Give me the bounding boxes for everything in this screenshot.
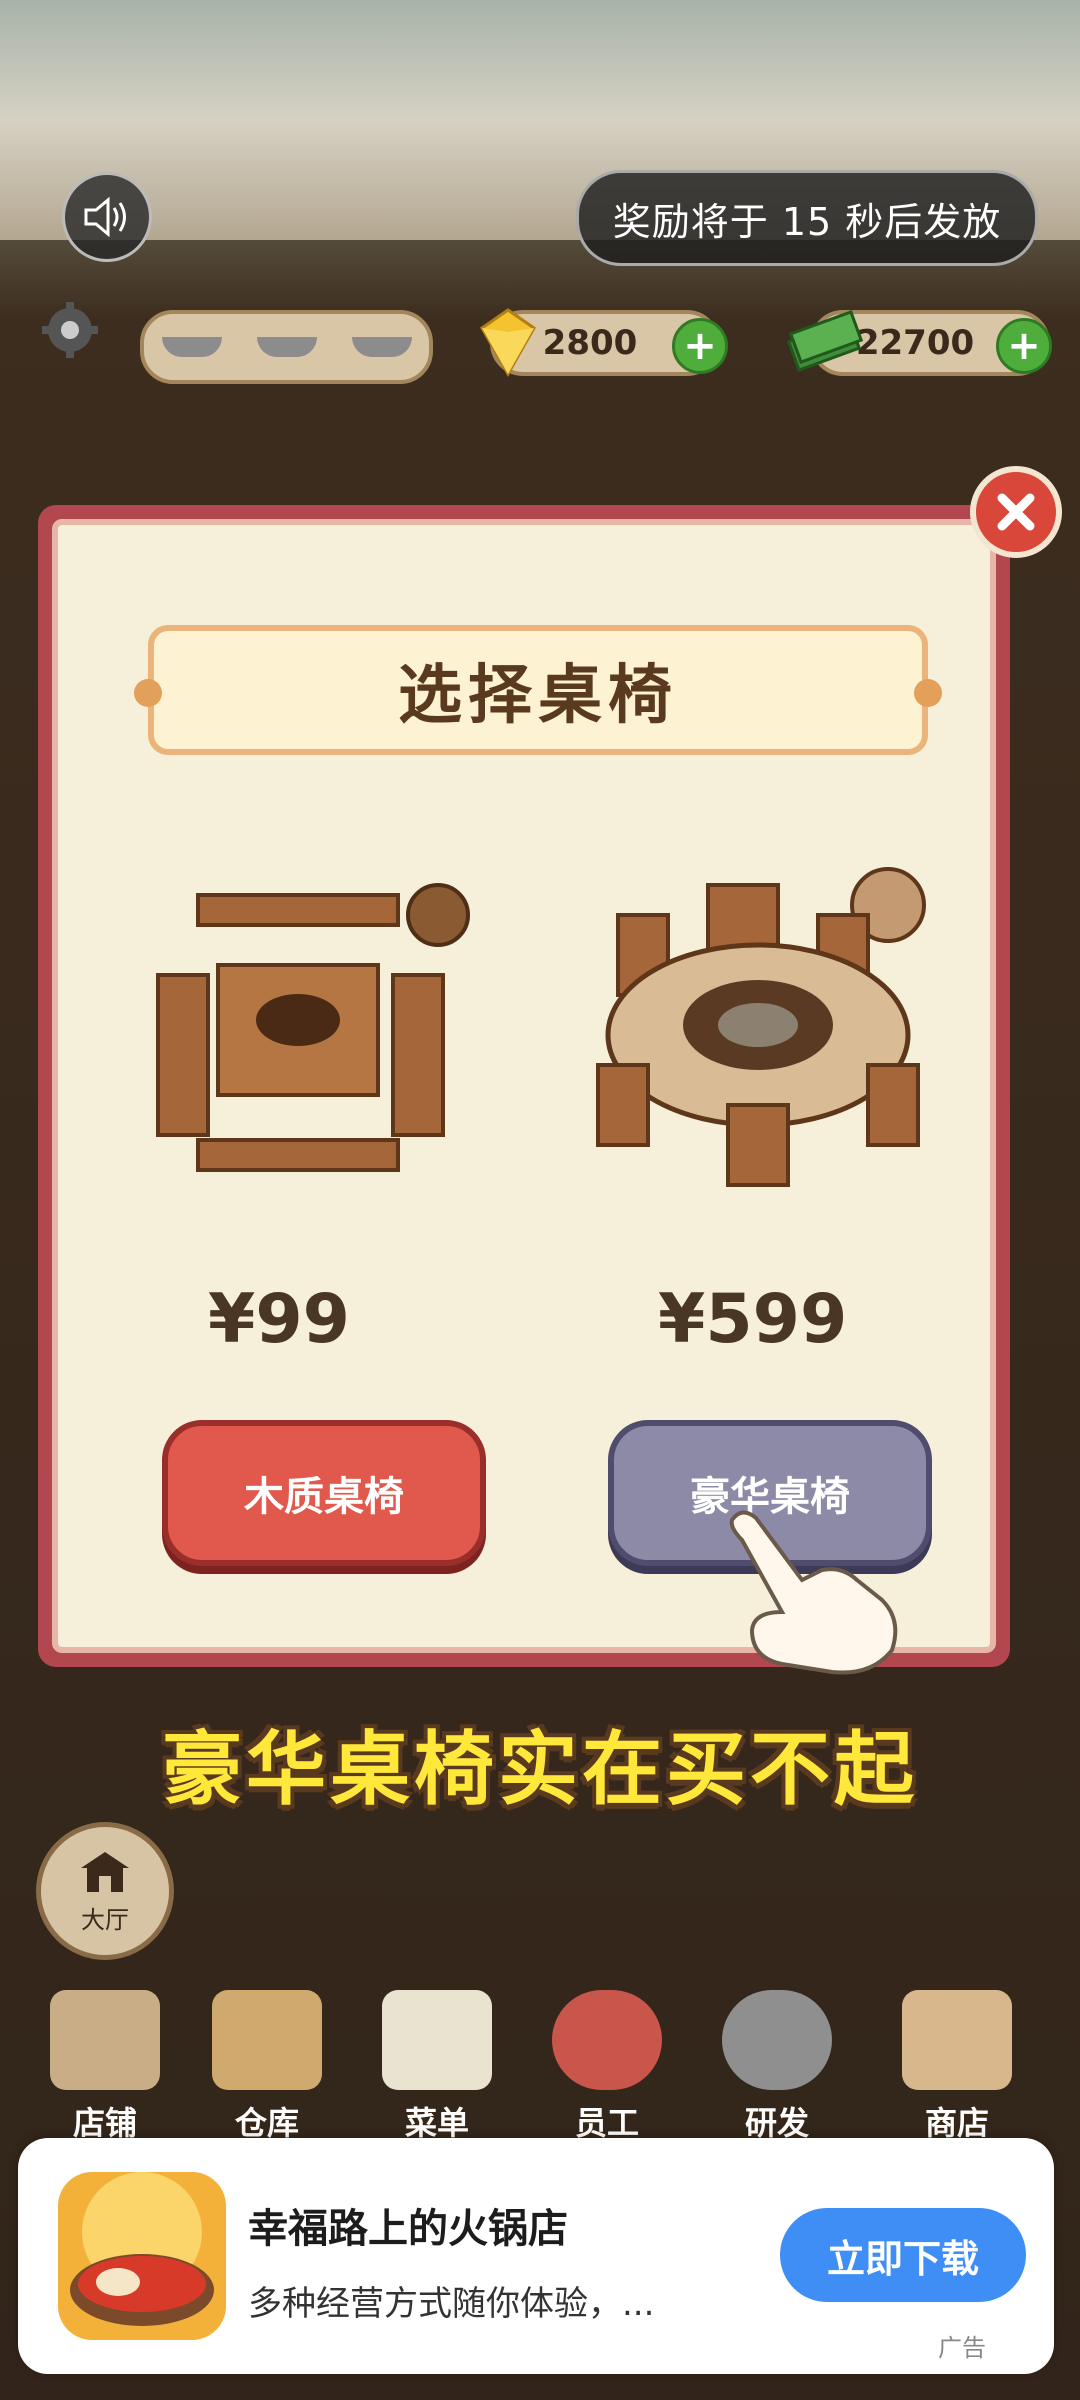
hall-label: 大厅 xyxy=(81,1905,129,1934)
pointing-hand-icon xyxy=(729,1510,898,1675)
add-gems-button[interactable]: + xyxy=(672,318,728,374)
ad-tag: 广告 xyxy=(938,2328,986,2363)
dialog-title-banner: 选择桌椅 xyxy=(134,625,942,755)
nav-research[interactable]: 研发 xyxy=(702,1990,852,2150)
storefront-icon xyxy=(50,1990,160,2090)
hotpot-app-icon xyxy=(58,2172,226,2340)
ad-subtitle: 多种经营方式随你体验，... xyxy=(248,2284,655,2324)
dialog-panel: 选择桌椅 ¥99 木质桌椅 ¥599 豪华桌椅 xyxy=(52,519,996,1653)
wooden-furniture-label: 木质桌椅 xyxy=(244,1474,404,1520)
close-dialog-button[interactable] xyxy=(970,466,1062,558)
house-icon xyxy=(81,1851,129,1892)
banner-ornament-right xyxy=(914,679,942,707)
wok-icon xyxy=(722,1990,832,2090)
nav-warehouse[interactable]: 仓库 xyxy=(192,1990,342,2150)
bowl-icon xyxy=(351,337,412,357)
wooden-price: ¥99 xyxy=(208,1280,350,1359)
download-label: 立即下载 xyxy=(826,2236,979,2281)
overlay-caption: 豪华桌椅实在买不起 xyxy=(162,1723,918,1816)
bowl-icon xyxy=(161,337,222,357)
nav-store[interactable]: 商店 xyxy=(882,1990,1032,2150)
wooden-furniture-button[interactable]: 木质桌椅 xyxy=(162,1420,486,1566)
close-icon xyxy=(997,493,1035,531)
cash-stack-icon xyxy=(786,310,864,372)
ad-title: 幸福路上的火锅店 xyxy=(248,2206,568,2252)
wooden-table-set-image xyxy=(156,883,470,1172)
choose-furniture-dialog: 选择桌椅 ¥99 木质桌椅 ¥599 豪华桌椅 xyxy=(38,505,1010,1667)
hall-button[interactable]: 大厅 xyxy=(36,1822,174,1960)
bowls-progress xyxy=(140,310,433,384)
reward-countdown: 奖励将于 15 秒后发放 xyxy=(576,170,1038,266)
dialog-title: 选择桌椅 xyxy=(398,659,678,733)
banner-ornament-left xyxy=(134,679,162,707)
speaker-icon xyxy=(84,196,126,238)
sound-toggle-button[interactable] xyxy=(62,172,152,262)
add-cash-button[interactable]: + xyxy=(996,318,1052,374)
clipboard-icon xyxy=(382,1990,492,2090)
ad-tag-label: 广告 xyxy=(938,2334,986,2362)
luxury-table-set-image xyxy=(596,867,926,1187)
ad-banner[interactable]: 幸福路上的火锅店 多种经营方式随你体验，... 立即下载 广告 xyxy=(18,2138,1054,2374)
box-icon xyxy=(212,1990,322,2090)
reward-countdown-text: 奖励将于 15 秒后发放 xyxy=(612,199,1002,244)
nav-menu[interactable]: 菜单 xyxy=(362,1990,512,2150)
gem-icon xyxy=(480,308,536,378)
cash-count: 22700 xyxy=(855,323,975,363)
chef-icon xyxy=(552,1990,662,2090)
gem-count: 2800 xyxy=(542,323,638,363)
nav-staff[interactable]: 员工 xyxy=(532,1990,682,2150)
settings-gear-icon[interactable] xyxy=(40,300,100,360)
store-icon xyxy=(902,1990,1012,2090)
bowl-icon xyxy=(256,337,317,357)
download-button[interactable]: 立即下载 xyxy=(780,2208,1026,2302)
nav-shop-front[interactable]: 店铺 xyxy=(30,1990,180,2150)
luxury-price: ¥599 xyxy=(658,1280,848,1359)
